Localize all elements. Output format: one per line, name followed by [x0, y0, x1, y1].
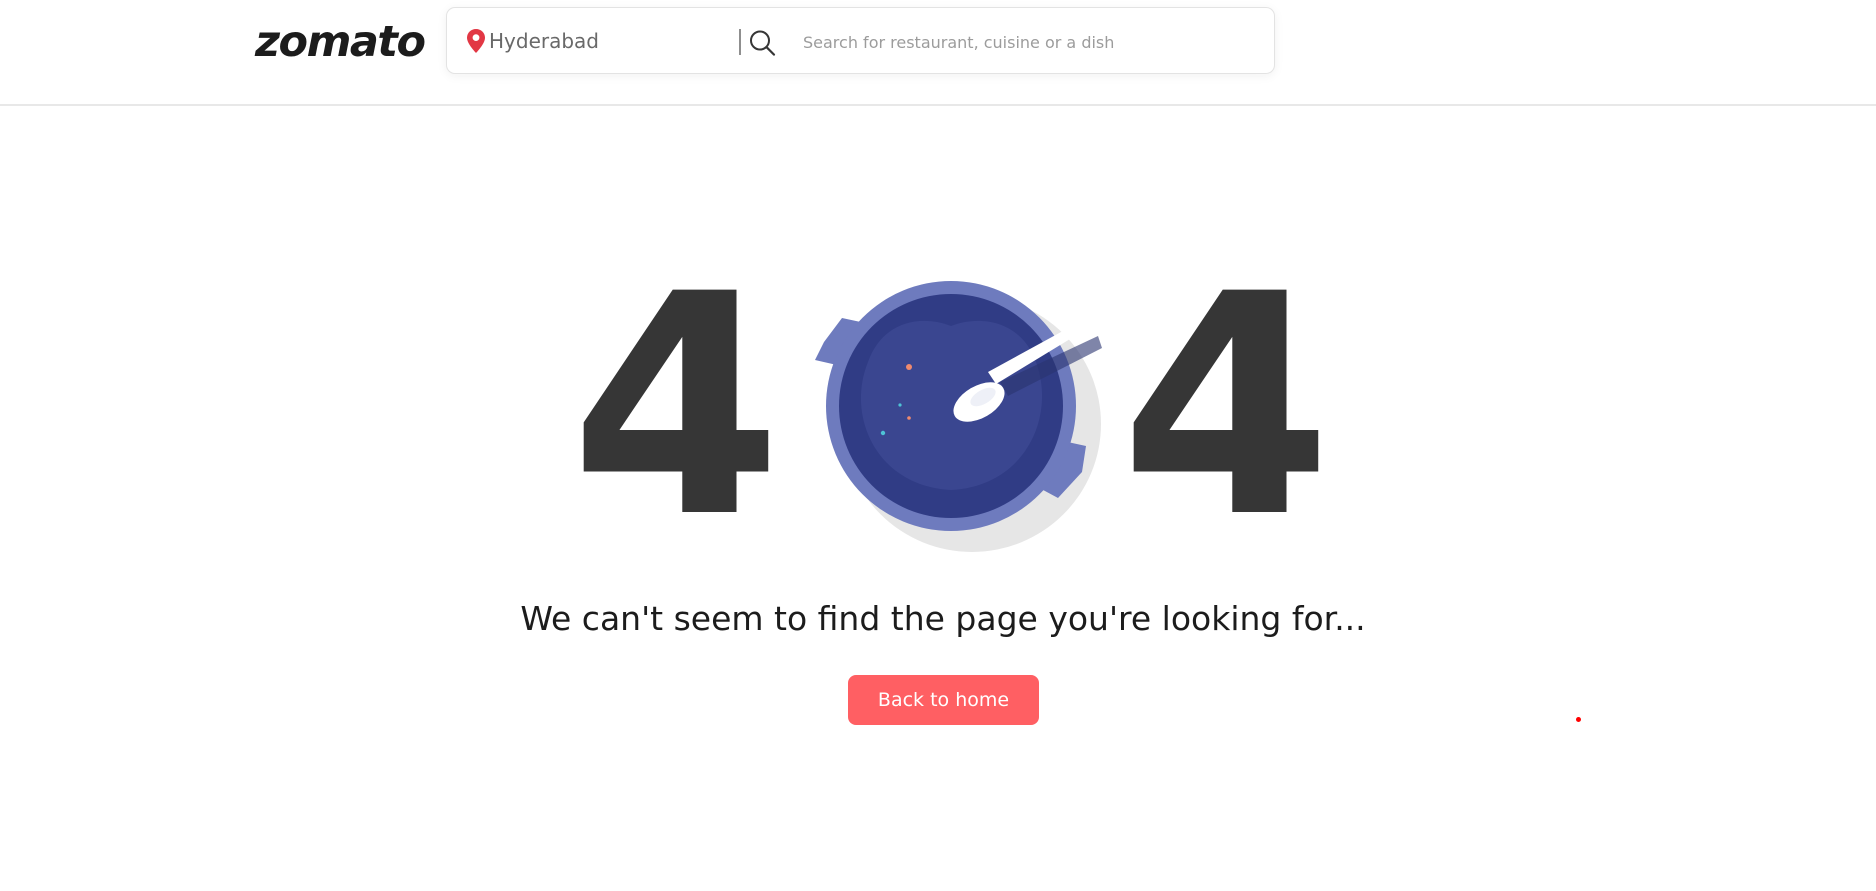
error-digit-right: 4	[1120, 229, 1332, 584]
search-icon[interactable]	[747, 28, 777, 58]
search-divider	[739, 29, 741, 55]
red-dot-marker	[1576, 717, 1581, 722]
search-bar: Hyderabad	[446, 7, 1275, 74]
top-header: zomato Hyderabad	[0, 0, 1876, 106]
location-selector[interactable]: Hyderabad	[489, 27, 599, 55]
error-message: We can't seem to find the page you're lo…	[520, 599, 1366, 638]
zomato-logo[interactable]: zomato	[255, 14, 426, 70]
back-to-home-button[interactable]: Back to home	[848, 675, 1039, 725]
location-pin-icon[interactable]	[466, 28, 486, 54]
bowl-with-spoon-icon	[815, 281, 1102, 552]
error-digit-left: 4	[570, 229, 782, 584]
search-input[interactable]	[803, 28, 1148, 56]
